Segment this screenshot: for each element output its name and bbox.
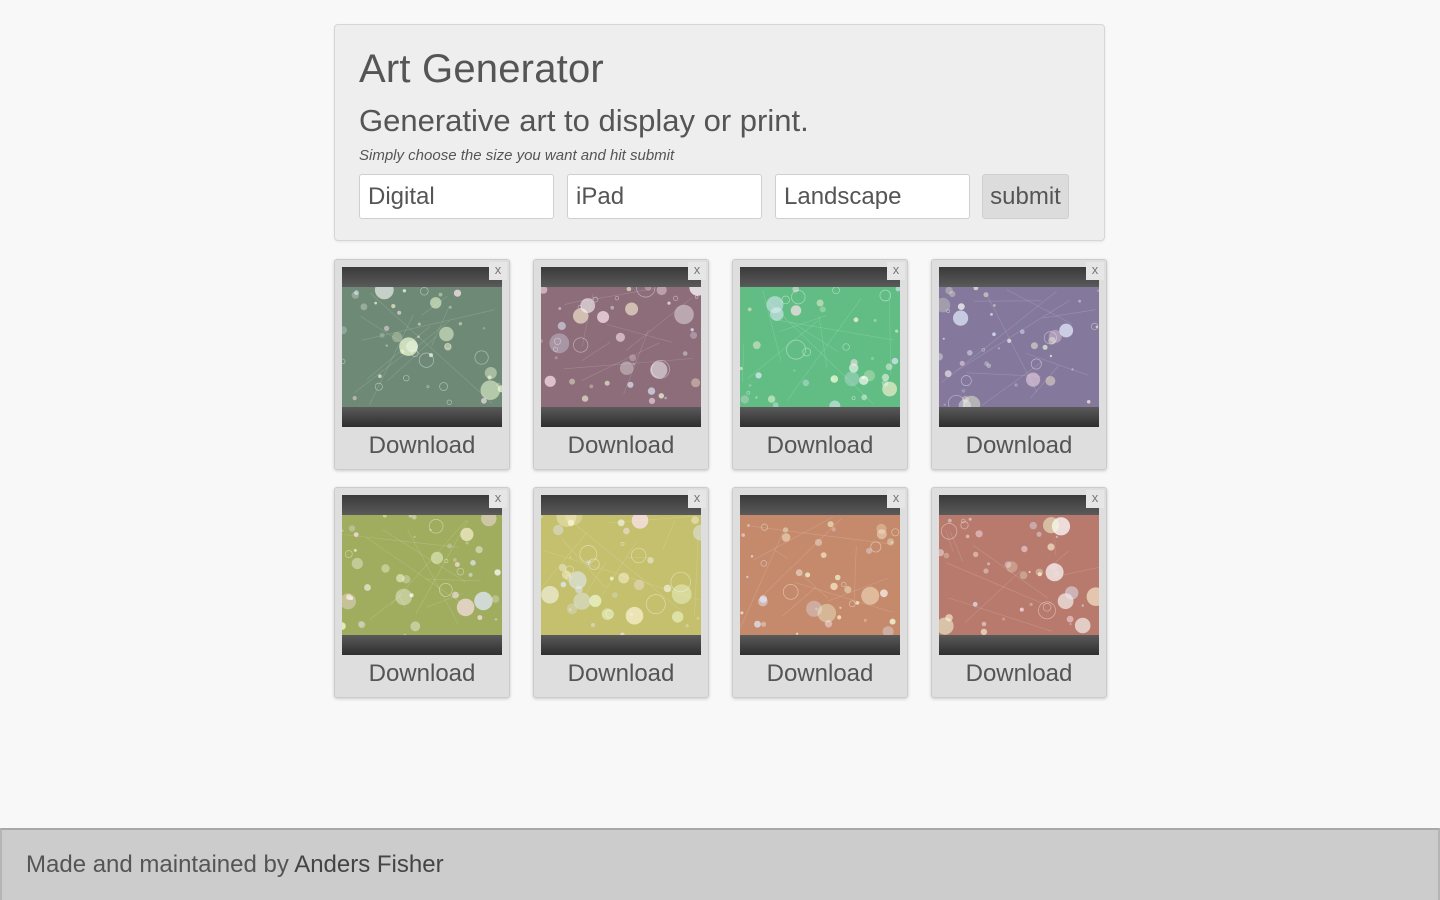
art-thumbnail[interactable] [740,495,900,655]
art-thumbnail[interactable] [939,267,1099,427]
download-link[interactable]: Download [534,432,708,460]
thumbnail-letterbox-top [939,495,1099,515]
remove-art-button[interactable]: x [688,262,706,280]
page-subtitle: Generative art to display or print. [359,103,809,138]
art-card: x Download [334,487,510,698]
thumbnail-letterbox-top [541,267,701,287]
thumbnail-letterbox-bottom [541,635,701,655]
submit-button[interactable]: submit [982,174,1069,219]
thumbnail-letterbox-bottom [939,407,1099,427]
art-thumbnail[interactable] [939,495,1099,655]
device-select[interactable]: iPad [567,174,762,219]
remove-art-button[interactable]: x [887,262,905,280]
download-link[interactable]: Download [733,432,907,460]
thumbnail-letterbox-bottom [740,407,900,427]
thumbnail-letterbox-bottom [740,635,900,655]
download-link[interactable]: Download [932,432,1106,460]
art-card: x Download [533,259,709,470]
generative-art-image [342,515,502,635]
thumbnail-letterbox-bottom [939,635,1099,655]
remove-art-button[interactable]: x [688,490,706,508]
generative-art-image [939,287,1099,407]
thumbnail-letterbox-bottom [342,407,502,427]
thumbnail-letterbox-bottom [541,407,701,427]
thumbnail-letterbox-top [740,495,900,515]
generative-art-image [740,287,900,407]
thumbnail-letterbox-top [342,267,502,287]
art-card: x Download [931,259,1107,470]
footer-text: Made and maintained by Anders Fisher [26,851,444,879]
remove-art-button[interactable]: x [887,490,905,508]
thumbnail-letterbox-bottom [342,635,502,655]
download-link[interactable]: Download [733,660,907,688]
author-link[interactable]: Anders Fisher [294,851,443,878]
generative-art-image [541,515,701,635]
art-card: x Download [732,487,908,698]
art-thumbnail[interactable] [541,267,701,427]
remove-art-button[interactable]: x [489,262,507,280]
remove-art-button[interactable]: x [489,490,507,508]
art-thumbnail[interactable] [740,267,900,427]
thumbnail-letterbox-top [939,267,1099,287]
download-link[interactable]: Download [932,660,1106,688]
generative-art-image [939,515,1099,635]
art-thumbnail[interactable] [541,495,701,655]
art-card: x Download [732,259,908,470]
art-card: x Download [334,259,510,470]
page: Art Generator Generative art to display … [0,0,1440,900]
generative-art-image [541,287,701,407]
art-thumbnail[interactable] [342,495,502,655]
download-link[interactable]: Download [335,432,509,460]
art-thumbnail[interactable] [342,267,502,427]
footer-credit: Made and maintained by [26,851,289,878]
remove-art-button[interactable]: x [1086,262,1104,280]
instructions-text: Simply choose the size you want and hit … [359,147,675,164]
thumbnail-letterbox-top [541,495,701,515]
thumbnail-letterbox-top [342,495,502,515]
generative-art-image [342,287,502,407]
footer: Made and maintained by Anders Fisher [0,828,1440,900]
art-card: x Download [533,487,709,698]
download-link[interactable]: Download [534,660,708,688]
generative-art-image [740,515,900,635]
remove-art-button[interactable]: x [1086,490,1104,508]
hero-panel: Art Generator Generative art to display … [334,24,1105,241]
orientation-select[interactable]: Landscape [775,174,970,219]
page-title: Art Generator [359,47,604,91]
art-card: x Download [931,487,1107,698]
medium-select[interactable]: Digital [359,174,554,219]
thumbnail-letterbox-top [740,267,900,287]
download-link[interactable]: Download [335,660,509,688]
